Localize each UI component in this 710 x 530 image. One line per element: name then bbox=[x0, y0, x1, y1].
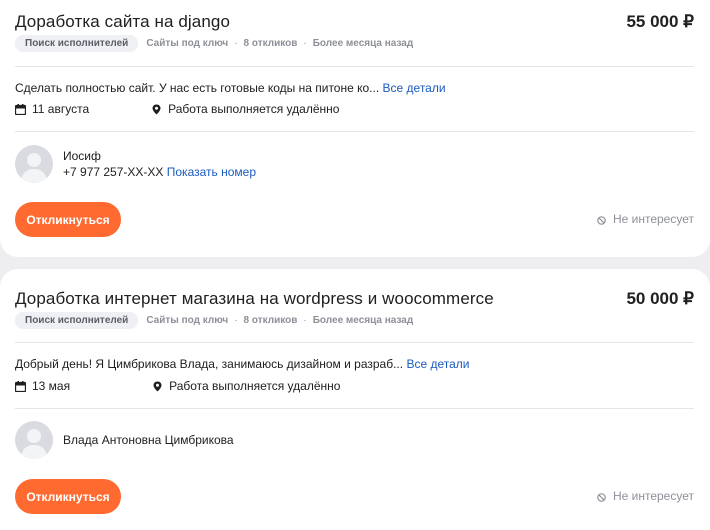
not-interested-button[interactable]: Не интересует bbox=[597, 212, 694, 226]
description-text: Добрый день! Я Цимбрикова Влада, занимаю… bbox=[15, 357, 404, 371]
job-description: Добрый день! Я Цимбрикова Влада, занимаю… bbox=[15, 357, 469, 371]
job-title[interactable]: Доработка сайта на django bbox=[15, 12, 230, 32]
posted-age: Более месяца назад bbox=[312, 38, 414, 49]
meta-separator: · bbox=[234, 38, 238, 49]
show-number-link[interactable]: Показать номер bbox=[167, 165, 256, 179]
posted-age: Более месяца назад bbox=[312, 315, 414, 326]
status-badge: Поиск исполнителей bbox=[15, 35, 139, 52]
job-title[interactable]: Доработка интернет магазина на wordpress… bbox=[15, 289, 494, 309]
job-price: 50 000 ₽ bbox=[626, 289, 694, 308]
avatar bbox=[15, 421, 53, 459]
block-icon bbox=[597, 491, 608, 502]
divider bbox=[15, 408, 694, 409]
job-meta: Поиск исполнителей Сайты под ключ · 8 от… bbox=[15, 312, 413, 329]
not-interested-button[interactable]: Не интересует bbox=[597, 489, 694, 503]
divider bbox=[15, 342, 694, 343]
respond-button[interactable]: Откликнуться bbox=[15, 479, 121, 514]
not-interested-label: Не интересует bbox=[612, 489, 694, 503]
location-pin-icon bbox=[151, 104, 162, 115]
responses-count: 8 откликов bbox=[243, 38, 298, 49]
status-badge: Поиск исполнителей bbox=[15, 312, 139, 329]
job-price: 55 000 ₽ bbox=[626, 12, 694, 31]
contact-name: Влада Антоновна Цимбрикова bbox=[63, 433, 234, 447]
job-card: Доработка интернет магазина на wordpress… bbox=[0, 269, 710, 530]
details-link[interactable]: Все детали bbox=[383, 81, 446, 95]
contact-name: Иосиф bbox=[63, 149, 101, 163]
job-card: Доработка сайта на django 55 000 ₽ Поиск… bbox=[0, 0, 710, 257]
job-date: 13 мая bbox=[32, 379, 71, 393]
divider bbox=[15, 131, 694, 132]
details-link[interactable]: Все детали bbox=[406, 357, 469, 371]
info-row: 11 августа Работа выполняется удалённо bbox=[14, 102, 340, 116]
job-category: Сайты под ключ bbox=[146, 38, 229, 49]
not-interested-label: Не интересует bbox=[612, 212, 694, 226]
description-text: Сделать полностью сайт. У нас есть готов… bbox=[15, 81, 380, 95]
info-row: 13 мая Работа выполняется удалённо bbox=[14, 379, 341, 393]
calendar-icon bbox=[14, 380, 27, 392]
job-date: 11 августа bbox=[32, 102, 90, 116]
contact-phone: +7 977 257-XX-XX bbox=[63, 165, 164, 179]
job-location: Работа выполняется удалённо bbox=[169, 379, 341, 393]
job-location: Работа выполняется удалённо bbox=[168, 102, 340, 116]
job-meta: Поиск исполнителей Сайты под ключ · 8 от… bbox=[15, 35, 413, 52]
calendar-icon bbox=[14, 103, 27, 115]
block-icon bbox=[597, 214, 608, 225]
avatar bbox=[15, 145, 53, 183]
job-category: Сайты под ключ bbox=[146, 315, 229, 326]
job-description: Сделать полностью сайт. У нас есть готов… bbox=[15, 81, 446, 95]
meta-separator: · bbox=[234, 315, 238, 326]
meta-separator: · bbox=[303, 315, 307, 326]
responses-count: 8 откликов bbox=[243, 315, 298, 326]
meta-separator: · bbox=[303, 38, 307, 49]
divider bbox=[15, 66, 694, 67]
contact-phone-row: +7 977 257-XX-XX Показать номер bbox=[63, 165, 256, 179]
location-pin-icon bbox=[152, 381, 163, 392]
respond-button[interactable]: Откликнуться bbox=[15, 202, 121, 237]
